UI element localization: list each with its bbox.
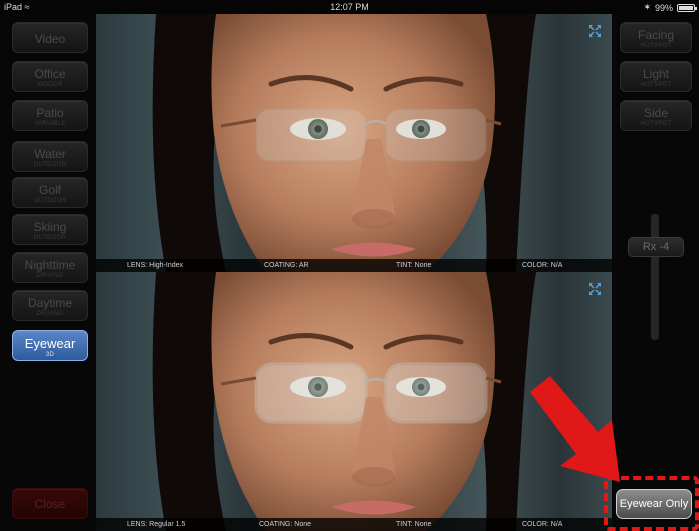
battery-icon bbox=[677, 3, 697, 12]
water-button[interactable]: Water OUTDOOR bbox=[12, 141, 88, 172]
red-arrow-annotation bbox=[530, 376, 620, 482]
lens-info-bar-bottom: LENS: Regular 1.5 COATING: None TINT: No… bbox=[96, 518, 612, 531]
button-label: Nighttime bbox=[24, 258, 76, 272]
lens-info-bar-top: LENS: High-Index COATING: AR TINT: None … bbox=[96, 259, 612, 272]
rx-slider-track[interactable] bbox=[651, 214, 659, 340]
skiing-button[interactable]: Skiing OUTDOOR bbox=[12, 214, 88, 245]
button-label: Light bbox=[642, 67, 670, 81]
tint-label: TINT: None bbox=[396, 262, 432, 269]
patio-button[interactable]: Patio VARIABLE bbox=[12, 100, 88, 131]
button-label: Daytime bbox=[27, 296, 72, 310]
button-sublabel: OUTDOOR bbox=[33, 162, 67, 168]
rx-slider-handle[interactable]: Rx -4 bbox=[628, 237, 684, 257]
button-sublabel: VARIABLE bbox=[34, 121, 66, 127]
color-label: COLOR: N/A bbox=[522, 262, 563, 269]
color-label: COLOR: N/A bbox=[522, 521, 563, 528]
status-right: ✶ 99% bbox=[643, 2, 697, 13]
button-sublabel: 3D bbox=[45, 352, 55, 358]
golf-button[interactable]: Golf OUTDOOR bbox=[12, 177, 88, 208]
eyewear-only-button[interactable]: Eyewear Only bbox=[616, 489, 692, 519]
video-button[interactable]: Video bbox=[12, 22, 88, 53]
button-sublabel: OUTDOOR bbox=[33, 198, 67, 204]
button-sublabel: HOTSPOT bbox=[640, 82, 672, 88]
lens-label: LENS: Regular 1.5 bbox=[127, 521, 186, 528]
top-eyewear-view[interactable]: LENS: High-Index COATING: AR TINT: None … bbox=[96, 14, 612, 272]
eyewear-button[interactable]: Eyewear 3D bbox=[12, 330, 88, 361]
battery-percent: 99% bbox=[654, 2, 673, 13]
daytime-button[interactable]: Daytime DRIVING bbox=[12, 290, 88, 321]
face-render-top bbox=[96, 14, 612, 272]
button-label: Patio bbox=[36, 106, 64, 120]
tint-label: TINT: None bbox=[396, 521, 432, 528]
coating-label: COATING: AR bbox=[264, 262, 309, 269]
status-bar: iPad ≈ 12:07 PM ✶ 99% bbox=[0, 0, 699, 14]
close-button[interactable]: Close bbox=[12, 488, 88, 519]
button-sublabel: DRIVING bbox=[36, 273, 64, 279]
side-hotspot-button[interactable]: Side HOTSPOT bbox=[620, 100, 692, 131]
button-sublabel: INDOOR bbox=[37, 82, 63, 88]
lens-label: LENS: High-Index bbox=[127, 262, 184, 269]
expand-arrows-icon[interactable] bbox=[588, 24, 602, 38]
button-label: Water bbox=[34, 147, 66, 161]
left-panel: Video Office INDOOR Patio VARIABLE Water… bbox=[0, 14, 96, 531]
button-sublabel: HOTSPOT bbox=[640, 43, 672, 49]
button-label: Side bbox=[643, 106, 669, 120]
status-time: 12:07 PM bbox=[330, 2, 369, 12]
button-label: Skiing bbox=[33, 220, 67, 234]
bluetooth-icon: ✶ bbox=[643, 2, 651, 12]
button-label: Close bbox=[34, 497, 66, 511]
button-label: Golf bbox=[38, 183, 61, 197]
nighttime-button[interactable]: Nighttime DRIVING bbox=[12, 252, 88, 283]
button-sublabel: OUTDOOR bbox=[33, 235, 67, 241]
facing-hotspot-button[interactable]: Facing HOTSPOT bbox=[620, 22, 692, 53]
expand-arrows-icon[interactable] bbox=[588, 282, 602, 296]
button-sublabel: HOTSPOT bbox=[640, 121, 672, 127]
office-button[interactable]: Office INDOOR bbox=[12, 61, 88, 92]
button-label: Facing bbox=[637, 28, 675, 42]
button-sublabel: DRIVING bbox=[36, 311, 64, 317]
button-label: Video bbox=[34, 32, 66, 46]
button-label: Eyewear bbox=[24, 336, 76, 351]
button-label: Office bbox=[34, 67, 66, 81]
light-hotspot-button[interactable]: Light HOTSPOT bbox=[620, 61, 692, 92]
coating-label: COATING: None bbox=[259, 521, 311, 528]
